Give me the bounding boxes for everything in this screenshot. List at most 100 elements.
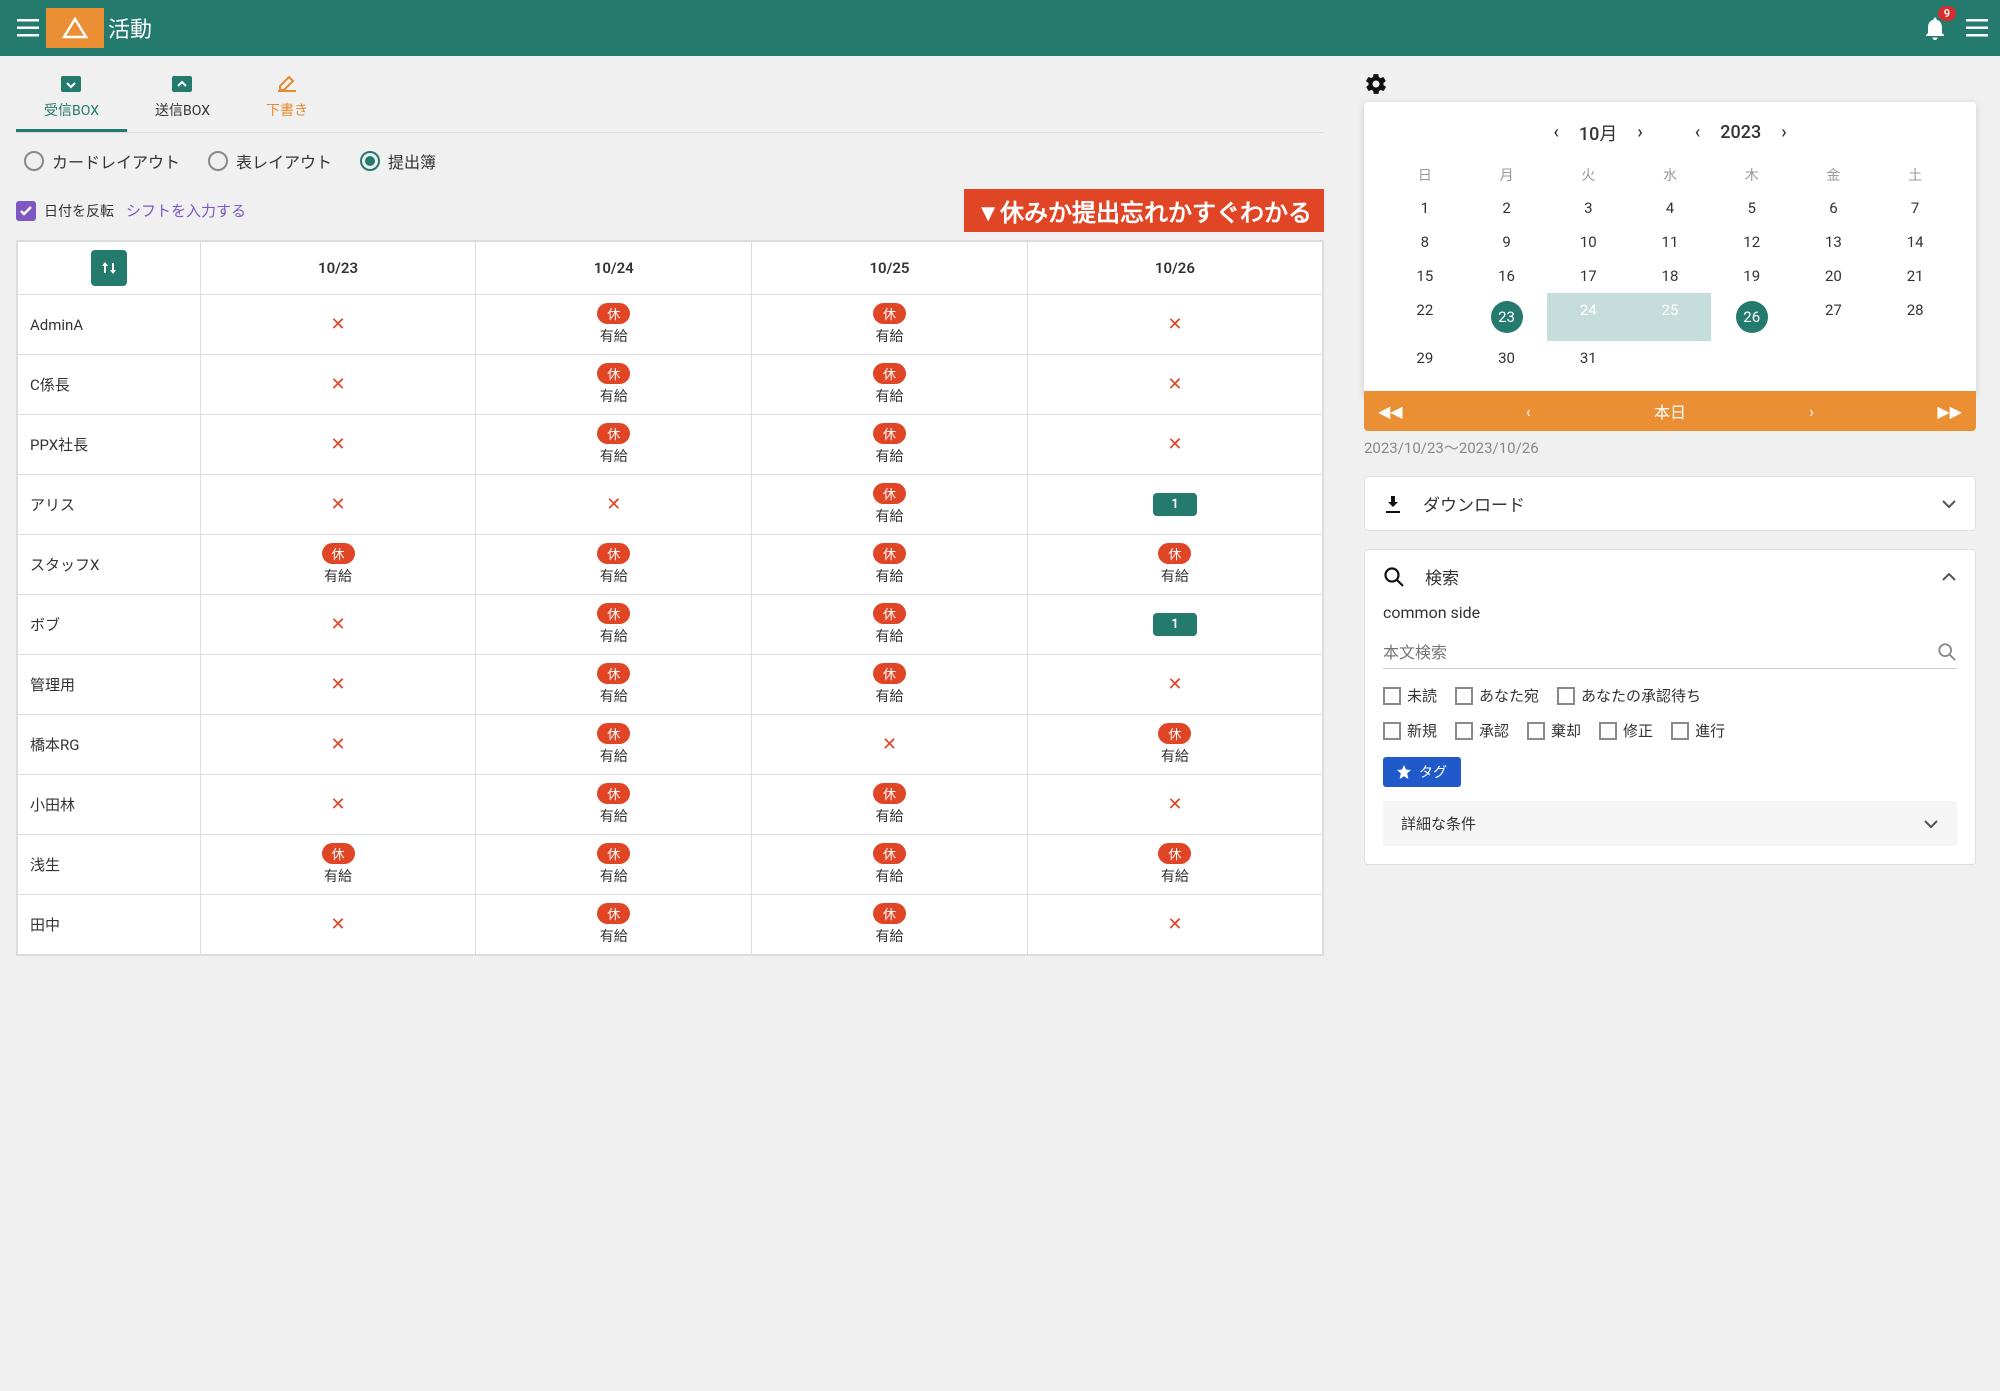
calendar-day[interactable]: 16 — [1466, 259, 1548, 293]
calendar-day[interactable]: 14 — [1874, 225, 1956, 259]
cell[interactable]: 休有給 — [200, 835, 476, 895]
cell[interactable]: 休有給 — [1027, 715, 1322, 775]
hamburger-menu[interactable] — [12, 12, 44, 44]
calendar-day[interactable]: 24 — [1547, 293, 1629, 341]
cell[interactable]: 休有給 — [476, 595, 752, 655]
download-panel-header[interactable]: ダウンロード — [1365, 477, 1975, 530]
calendar-day[interactable]: 4 — [1629, 191, 1711, 225]
cell[interactable]: ✕ — [200, 415, 476, 475]
cell[interactable]: 休有給 — [476, 715, 752, 775]
cell[interactable]: ✕ — [476, 475, 752, 535]
tag-button[interactable]: タグ — [1383, 757, 1461, 787]
cell[interactable]: ✕ — [200, 475, 476, 535]
cell[interactable]: 1 — [1027, 595, 1322, 655]
year-next[interactable]: › — [1773, 118, 1794, 147]
cell[interactable]: 休有給 — [752, 775, 1028, 835]
advanced-conditions[interactable]: 詳細な条件 — [1383, 801, 1957, 846]
calendar-day[interactable]: 27 — [1793, 293, 1875, 341]
cell[interactable]: 休有給 — [476, 835, 752, 895]
calendar-day[interactable]: 5 — [1711, 191, 1793, 225]
cell[interactable]: 休有給 — [752, 655, 1028, 715]
cell[interactable]: 休有給 — [752, 595, 1028, 655]
tab-inbox[interactable]: 受信BOX — [16, 56, 127, 132]
cell[interactable]: ✕ — [200, 715, 476, 775]
cell[interactable]: ✕ — [1027, 775, 1322, 835]
cell[interactable]: ✕ — [1027, 295, 1322, 355]
cell[interactable]: 休有給 — [752, 295, 1028, 355]
month-prev[interactable]: ‹ — [1545, 118, 1567, 147]
radio-table-layout[interactable]: 表レイアウト — [208, 149, 332, 173]
cell[interactable]: 休有給 — [476, 775, 752, 835]
cell[interactable]: ✕ — [1027, 655, 1322, 715]
calendar-day[interactable]: 28 — [1874, 293, 1956, 341]
cell[interactable]: 休有給 — [476, 895, 752, 955]
calendar-day[interactable]: 18 — [1629, 259, 1711, 293]
cell[interactable]: 1 — [1027, 475, 1322, 535]
cell[interactable]: ✕ — [200, 295, 476, 355]
filter-checkbox[interactable]: 進行 — [1671, 720, 1725, 741]
sort-button[interactable] — [91, 250, 127, 286]
search-input[interactable] — [1383, 643, 1937, 662]
tab-draft[interactable]: 下書き — [238, 56, 336, 132]
cell[interactable]: ✕ — [200, 775, 476, 835]
date-nav-first[interactable]: ◀◀ — [1378, 402, 1403, 421]
filter-checkbox[interactable]: 新規 — [1383, 720, 1437, 741]
month-next[interactable]: › — [1629, 118, 1650, 147]
cell[interactable]: ✕ — [1027, 355, 1322, 415]
cell[interactable]: 休有給 — [476, 415, 752, 475]
calendar-day[interactable]: 10 — [1547, 225, 1629, 259]
cell[interactable]: 休有給 — [752, 535, 1028, 595]
calendar-day[interactable]: 7 — [1874, 191, 1956, 225]
calendar-day[interactable]: 3 — [1547, 191, 1629, 225]
calendar-day[interactable]: 11 — [1629, 225, 1711, 259]
cell[interactable]: 休有給 — [752, 355, 1028, 415]
cell[interactable]: 休有給 — [752, 835, 1028, 895]
date-nav-prev[interactable]: ‹ — [1526, 402, 1531, 421]
filter-checkbox[interactable]: 棄却 — [1527, 720, 1581, 741]
right-menu-icon[interactable] — [1966, 19, 1988, 37]
calendar-day[interactable]: 20 — [1793, 259, 1875, 293]
cell[interactable]: 休有給 — [476, 355, 752, 415]
calendar-day[interactable]: 26 — [1711, 293, 1793, 341]
year-prev[interactable]: ‹ — [1687, 118, 1709, 147]
cell[interactable]: ✕ — [200, 595, 476, 655]
calendar-day[interactable]: 30 — [1466, 341, 1548, 375]
calendar-day[interactable]: 22 — [1384, 293, 1466, 341]
cell[interactable]: ✕ — [200, 355, 476, 415]
cell[interactable]: 休有給 — [1027, 835, 1322, 895]
radio-card-layout[interactable]: カードレイアウト — [24, 149, 180, 173]
filter-checkbox[interactable]: 未読 — [1383, 685, 1437, 706]
filter-checkbox[interactable]: あなたの承認待ち — [1557, 685, 1701, 706]
cell[interactable]: ✕ — [200, 655, 476, 715]
calendar-day[interactable]: 1 — [1384, 191, 1466, 225]
calendar-day[interactable]: 29 — [1384, 341, 1466, 375]
filter-checkbox[interactable]: 承認 — [1455, 720, 1509, 741]
date-nav-today[interactable]: 本日 — [1654, 399, 1686, 423]
calendar-day[interactable]: 13 — [1793, 225, 1875, 259]
calendar-day[interactable]: 2 — [1466, 191, 1548, 225]
cell[interactable]: 休有給 — [1027, 535, 1322, 595]
cell[interactable]: 休有給 — [200, 535, 476, 595]
cell[interactable]: 休有給 — [752, 895, 1028, 955]
search-panel-header[interactable]: 検索 — [1365, 550, 1975, 603]
invert-date-checkbox[interactable]: 日付を反転 — [16, 201, 114, 221]
cell[interactable]: ✕ — [1027, 415, 1322, 475]
cell[interactable]: 休有給 — [476, 295, 752, 355]
calendar-day[interactable]: 17 — [1547, 259, 1629, 293]
cell[interactable]: ✕ — [1027, 895, 1322, 955]
cell[interactable]: ✕ — [200, 895, 476, 955]
calendar-day[interactable]: 23 — [1466, 293, 1548, 341]
date-nav-next[interactable]: › — [1809, 402, 1814, 421]
cell[interactable]: 休有給 — [476, 535, 752, 595]
date-nav-last[interactable]: ▶▶ — [1937, 402, 1962, 421]
calendar-day[interactable]: 8 — [1384, 225, 1466, 259]
gear-icon[interactable] — [1364, 72, 1976, 96]
enter-shift-link[interactable]: シフトを入力する — [126, 200, 246, 221]
calendar-day[interactable]: 15 — [1384, 259, 1466, 293]
calendar-day[interactable]: 19 — [1711, 259, 1793, 293]
filter-checkbox[interactable]: あなた宛 — [1455, 685, 1539, 706]
calendar-day[interactable]: 25 — [1629, 293, 1711, 341]
cell[interactable]: 休有給 — [752, 415, 1028, 475]
cell[interactable]: ✕ — [752, 715, 1028, 775]
tab-outbox[interactable]: 送信BOX — [127, 56, 238, 132]
